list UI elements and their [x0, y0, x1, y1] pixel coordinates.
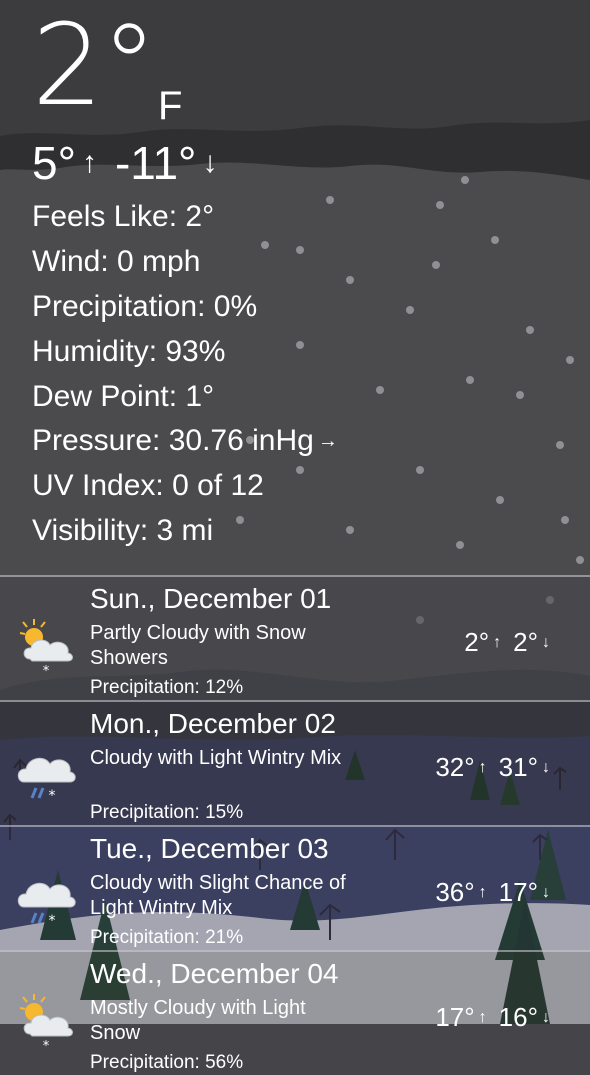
forecast-high-low: 17° ↑ 16° ↓: [435, 1002, 550, 1033]
forecast-high: 17°: [435, 1002, 475, 1032]
svg-text:*: *: [49, 788, 56, 804]
forecast-precipitation: Precipitation: 56%: [90, 1052, 244, 1073]
forecast-condition: Cloudy with Light Wintry Mix: [90, 747, 342, 769]
current-temperature: 2°: [32, 1, 157, 131]
forecast-day-sun[interactable]: * Sun., December 01 Partly Cloudy with S…: [0, 575, 590, 700]
up-arrow-icon: ↑: [478, 883, 487, 901]
today-high-low: 5° ↑ -11° ↓: [32, 136, 217, 190]
down-arrow-icon: ↓: [542, 633, 550, 651]
forecast-date: Tue., December 03: [90, 833, 329, 864]
forecast-precipitation: Precipitation: 21%: [90, 927, 244, 948]
forecast-high: 32°: [435, 752, 475, 782]
partly-cloudy-snow-icon: *: [19, 619, 73, 679]
temperature-unit[interactable]: F: [158, 84, 182, 129]
svg-text:*: *: [43, 664, 50, 679]
forecast-high-low: 36° ↑ 17° ↓: [435, 877, 550, 908]
wind: Wind: 0 mph: [32, 245, 201, 279]
forecast-date: Mon., December 02: [90, 708, 336, 739]
forecast-condition: Cloudy with Slight Chance of Light Wintr…: [90, 872, 346, 919]
pressure-trend-arrow-icon: →: [317, 430, 338, 453]
down-arrow-icon: ↓: [542, 758, 550, 776]
svg-text:*: *: [49, 913, 56, 929]
down-arrow-icon: ↓: [202, 146, 218, 179]
svg-text:*: *: [43, 1039, 50, 1054]
feels-like: Feels Like: 2°: [32, 200, 215, 234]
today-low: -11°: [114, 137, 197, 189]
forecast-precipitation: Precipitation: 12%: [90, 677, 244, 698]
forecast-condition: Mostly Cloudy with Light Snow: [90, 997, 306, 1044]
forecast-day-tue[interactable]: * Tue., December 03 Cloudy with Slight C…: [0, 825, 590, 950]
forecast-day-mon[interactable]: * Mon., December 02 Cloudy with Light Wi…: [0, 700, 590, 825]
dew-point: Dew Point: 1°: [32, 379, 215, 413]
uv-index: UV Index: 0 of 12: [32, 469, 264, 503]
forecast-high: 36°: [435, 877, 475, 907]
forecast-low: 31°: [498, 752, 538, 782]
precipitation: Precipitation: 0%: [32, 289, 258, 323]
forecast-low: 2°: [513, 627, 538, 657]
forecast-date: Wed., December 04: [90, 958, 339, 989]
partly-cloudy-snow-icon: *: [19, 994, 73, 1054]
down-arrow-icon: ↓: [542, 883, 550, 901]
forecast-high-low: 2° ↑ 2° ↓: [464, 627, 550, 658]
up-arrow-icon: ↑: [478, 758, 487, 776]
up-arrow-icon: ↑: [81, 146, 97, 179]
forecast-condition: Partly Cloudy with Snow Showers: [90, 622, 306, 669]
forecast-low: 17°: [498, 877, 538, 907]
pressure: Pressure: 30.76 inHg: [32, 424, 314, 458]
cloudy-wintry-mix-icon: *: [17, 882, 76, 929]
forecast-date: Sun., December 01: [90, 583, 332, 614]
visibility: Visibility: 3 mi: [32, 513, 214, 547]
daily-forecast-list: * Sun., December 01 Partly Cloudy with S…: [0, 575, 590, 1075]
forecast-low: 16°: [498, 1002, 538, 1032]
forecast-day-wed[interactable]: * Wed., December 04 Mostly Cloudy with L…: [0, 950, 590, 1075]
current-details: Feels Like: 2° Wind: 0 mph Precipitation…: [32, 195, 338, 553]
forecast-high-low: 32° ↑ 31° ↓: [435, 752, 550, 783]
current-conditions: 2° F 5° ↑ -11° ↓ Feels Like: 2° Wind: 0 …: [0, 0, 590, 575]
forecast-high: 2°: [464, 627, 490, 657]
pressure-row: Pressure: 30.76 inHg →: [32, 419, 338, 464]
up-arrow-icon: ↑: [493, 633, 502, 651]
humidity: Humidity: 93%: [32, 334, 226, 368]
cloudy-wintry-mix-icon: *: [17, 757, 76, 804]
today-high: 5°: [32, 137, 76, 189]
forecast-precipitation: Precipitation: 15%: [90, 802, 244, 823]
